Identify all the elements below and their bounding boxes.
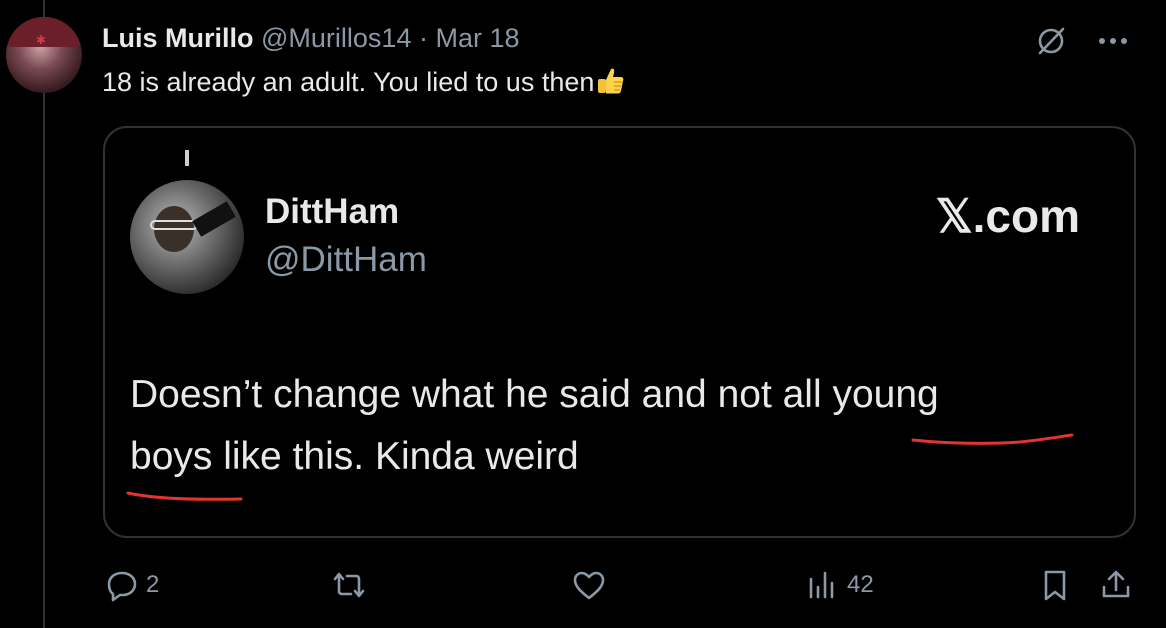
- share-icon: [1102, 570, 1130, 598]
- avatar-gun: [192, 201, 236, 237]
- views-count: 42: [847, 571, 874, 598]
- tweet-header: Luis Murillo @Murillos14 · Mar 18: [102, 22, 520, 54]
- author-avatar[interactable]: ✱: [6, 17, 82, 93]
- quoted-author-name: DittHam: [265, 192, 400, 231]
- reply-count: 2: [146, 571, 160, 598]
- highlighted-word-young: young: [832, 373, 939, 416]
- thread-line: [43, 0, 45, 628]
- avatar-glasses: [150, 220, 198, 230]
- thumbs-up-icon: [594, 65, 626, 97]
- x-com-logo: 𝕏.com: [935, 190, 1080, 242]
- author-handle[interactable]: @Murillos14: [261, 23, 411, 53]
- views-icon: [809, 571, 834, 599]
- avatar-forehead-mark: ✱: [36, 33, 47, 47]
- top-icons: [1034, 24, 1128, 58]
- more-options-icon[interactable]: [1098, 37, 1128, 45]
- highlighted-word-boys: boys: [130, 435, 213, 478]
- grok-icon[interactable]: [1034, 24, 1068, 58]
- quoted-text: Doesn’t change what he said and not all …: [130, 364, 1090, 488]
- quoted-avatar: [130, 180, 244, 294]
- author-name[interactable]: Luis Murillo: [102, 23, 254, 53]
- repost-icon: [333, 572, 365, 598]
- tweet-text: 18 is already an adult. You lied to us t…: [102, 64, 626, 100]
- tweet-body: 18 is already an adult. You lied to us t…: [102, 67, 595, 97]
- quoted-tweet-card[interactable]: DittHam @DittHam 𝕏.com Doesn’t change wh…: [103, 126, 1136, 538]
- heart-icon: [573, 571, 605, 600]
- quoted-text-part-1: Doesn’t change what he said and not all: [130, 373, 833, 416]
- share-button[interactable]: [1098, 567, 1134, 603]
- like-button[interactable]: [570, 567, 608, 603]
- reply-icon: [107, 571, 137, 602]
- bookmark-button[interactable]: [1040, 567, 1070, 603]
- views-button[interactable]: 42: [805, 567, 874, 603]
- boys-underline: [126, 491, 243, 501]
- quoted-text-part-2: like this. Kinda weird: [212, 435, 579, 478]
- quoted-author-handle: @DittHam: [265, 240, 427, 279]
- tweet-date[interactable]: Mar 18: [436, 23, 520, 53]
- repost-button[interactable]: [329, 567, 369, 603]
- header-separator: ·: [418, 23, 428, 53]
- thread-tick: [185, 150, 189, 166]
- reply-button[interactable]: 2: [104, 567, 159, 603]
- bookmark-icon: [1044, 570, 1066, 601]
- action-bar: 2 42: [0, 560, 1166, 610]
- young-underline: [911, 433, 1074, 445]
